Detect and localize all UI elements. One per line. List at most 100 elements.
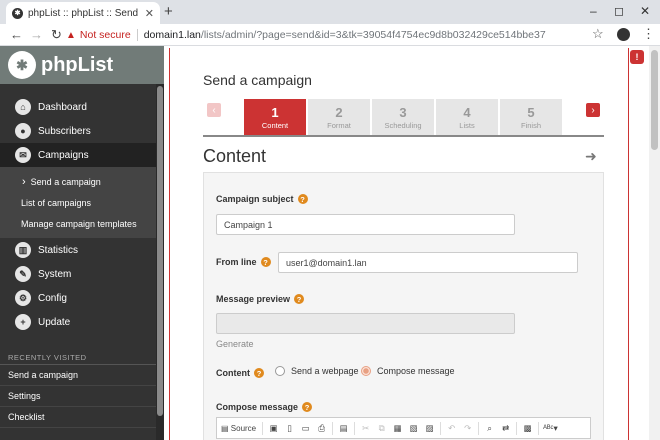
- paste-word-icon[interactable]: ▨: [423, 420, 436, 436]
- back-icon[interactable]: ←: [10, 25, 23, 45]
- toolbar-separator: [538, 421, 540, 435]
- templates-icon[interactable]: ▤: [337, 420, 350, 436]
- step-lists[interactable]: 4 Lists: [436, 99, 498, 135]
- radio-button[interactable]: [275, 366, 285, 376]
- url-host: domain1.lan: [143, 29, 201, 41]
- previous-step-button[interactable]: ‹: [207, 103, 221, 117]
- sidebar-item-dashboard[interactable]: ⌂ Dashboard: [0, 95, 156, 119]
- redo-icon[interactable]: ↷: [461, 420, 474, 436]
- radio-label: Send a webpage: [291, 366, 359, 376]
- source-button[interactable]: ▤ Source: [221, 420, 256, 436]
- minimize-icon[interactable]: –: [590, 2, 597, 20]
- profile-icon[interactable]: [617, 28, 630, 41]
- sidebar-subitem-send-campaign[interactable]: Send a campaign: [0, 171, 156, 192]
- page-scrollbar-thumb[interactable]: [651, 50, 658, 150]
- campaigns-submenu: Send a campaign List of campaigns Manage…: [0, 167, 156, 238]
- forward-icon[interactable]: →: [30, 25, 43, 45]
- find-icon[interactable]: ⌕: [483, 420, 496, 436]
- content-type-label-text: Content: [216, 368, 250, 378]
- paste-text-icon[interactable]: ▧: [407, 420, 420, 436]
- next-step-button[interactable]: ›: [586, 103, 600, 117]
- radio-send-webpage[interactable]: Send a webpage: [275, 366, 359, 376]
- help-icon[interactable]: ?: [254, 368, 264, 378]
- recent-item-settings[interactable]: Settings: [0, 386, 156, 407]
- sidebar-item-statistics[interactable]: ▥ Statistics: [0, 238, 156, 262]
- cut-icon[interactable]: ✂: [359, 420, 372, 436]
- section-title: Content: [203, 146, 267, 166]
- subject-label: Campaign subject ?: [216, 194, 308, 204]
- preview-label: Message preview ?: [216, 294, 305, 304]
- help-icon[interactable]: ?: [297, 194, 308, 204]
- warning-icon: ▲: [66, 29, 76, 41]
- new-page-icon[interactable]: ▯: [283, 420, 296, 436]
- sidebar-item-label: Campaigns: [38, 149, 89, 161]
- help-icon[interactable]: ?: [302, 402, 313, 412]
- sidebar-item-subscribers[interactable]: ● Subscribers: [0, 119, 156, 143]
- help-icon[interactable]: ?: [294, 294, 305, 304]
- toolbar-separator: [478, 421, 480, 435]
- from-input[interactable]: [278, 252, 578, 273]
- radio-label: Compose message: [377, 366, 455, 376]
- sidebar-item-campaigns[interactable]: ✉ Campaigns: [0, 143, 156, 167]
- sidebar-scrollbar-thumb[interactable]: [157, 86, 163, 416]
- step-number: 1: [271, 104, 279, 120]
- undo-icon[interactable]: ↶: [445, 420, 458, 436]
- step-format[interactable]: 2 Format: [308, 99, 370, 135]
- select-all-icon[interactable]: ▩: [521, 420, 534, 436]
- chart-icon: ▥: [15, 242, 31, 258]
- spellcheck-icon[interactable]: ᴬᴮᶜ▾: [543, 420, 558, 436]
- close-tab-icon[interactable]: ✕: [145, 7, 154, 20]
- tab-title: phpList :: phpList :: Send a: [28, 7, 141, 19]
- menu-icon[interactable]: ⋮: [642, 26, 655, 42]
- step-number: 5: [527, 104, 535, 120]
- generate-link[interactable]: Generate: [216, 339, 254, 349]
- sidebar-scrollbar[interactable]: [156, 84, 164, 440]
- star-icon[interactable]: ☆: [592, 26, 604, 42]
- print-icon[interactable]: ⎙: [315, 420, 328, 436]
- address-bar[interactable]: ▲ Not secure domain1.lan /lists/admin/?p…: [66, 26, 614, 44]
- compose-label: Compose message ?: [216, 402, 313, 412]
- alert-icon[interactable]: !: [630, 50, 644, 64]
- radio-button[interactable]: [361, 366, 371, 376]
- maximize-icon[interactable]: ◻: [614, 2, 624, 20]
- wizard-steps: 1 Content 2 Format 3 Scheduling 4 Lists …: [244, 99, 562, 135]
- toolbar-separator: [332, 421, 334, 435]
- save-icon[interactable]: ▣: [267, 420, 280, 436]
- radio-compose-message[interactable]: Compose message: [361, 366, 455, 376]
- browser-tab[interactable]: ✱ phpList :: phpList :: Send a ✕: [6, 2, 160, 24]
- recent-item-checklist[interactable]: Checklist: [0, 407, 156, 428]
- close-window-icon[interactable]: ✕: [640, 2, 650, 20]
- not-secure-label: Not secure: [79, 29, 131, 41]
- step-number: 2: [335, 104, 343, 120]
- brand[interactable]: ✱ phpList: [0, 46, 164, 84]
- step-content[interactable]: 1 Content: [244, 99, 306, 135]
- sidebar-item-system[interactable]: ✎ System: [0, 262, 156, 286]
- sidebar-item-config[interactable]: ⚙ Config: [0, 286, 156, 310]
- subject-input[interactable]: [216, 214, 515, 235]
- preview-label-text: Message preview: [216, 294, 291, 304]
- page-scrollbar[interactable]: [649, 46, 660, 440]
- replace-icon[interactable]: ⇄: [499, 420, 512, 436]
- url-path: /lists/admin/?page=send&id=3&tk=39054f47…: [200, 29, 546, 41]
- sidebar-item-label: Subscribers: [38, 125, 91, 137]
- wrench-icon: ✎: [15, 266, 31, 282]
- preview-icon[interactable]: ▭: [299, 420, 312, 436]
- main-menu: ⌂ Dashboard ● Subscribers ✉ Campaigns Se…: [0, 95, 156, 334]
- editor-toolbar: ▤ Source ▣ ▯ ▭ ⎙ ▤ ✂ ⧉ ▦ ▧ ▨ ↶ ↷ ⌕ ⇄ ▩ ᴬ…: [216, 417, 591, 439]
- new-tab-button[interactable]: +: [164, 3, 173, 21]
- recent-item-send-campaign[interactable]: Send a campaign: [0, 365, 156, 386]
- sidebar-item-update[interactable]: + Update: [0, 310, 156, 334]
- sidebar-item-label: Dashboard: [38, 101, 87, 113]
- help-icon[interactable]: ?: [260, 257, 271, 267]
- reload-icon[interactable]: ↻: [51, 25, 62, 45]
- preview-input[interactable]: [216, 313, 515, 334]
- step-scheduling[interactable]: 3 Scheduling: [372, 99, 434, 135]
- step-finish[interactable]: 5 Finish: [500, 99, 562, 135]
- sidebar-subitem-list-campaigns[interactable]: List of campaigns: [0, 192, 156, 213]
- step-number: 4: [463, 104, 471, 120]
- copy-icon[interactable]: ⧉: [375, 420, 388, 436]
- paste-icon[interactable]: ▦: [391, 420, 404, 436]
- sidebar-subitem-campaign-templates[interactable]: Manage campaign templates: [0, 213, 156, 234]
- toolbar-separator: [262, 421, 264, 435]
- next-arrow-icon[interactable]: ➜: [585, 148, 597, 165]
